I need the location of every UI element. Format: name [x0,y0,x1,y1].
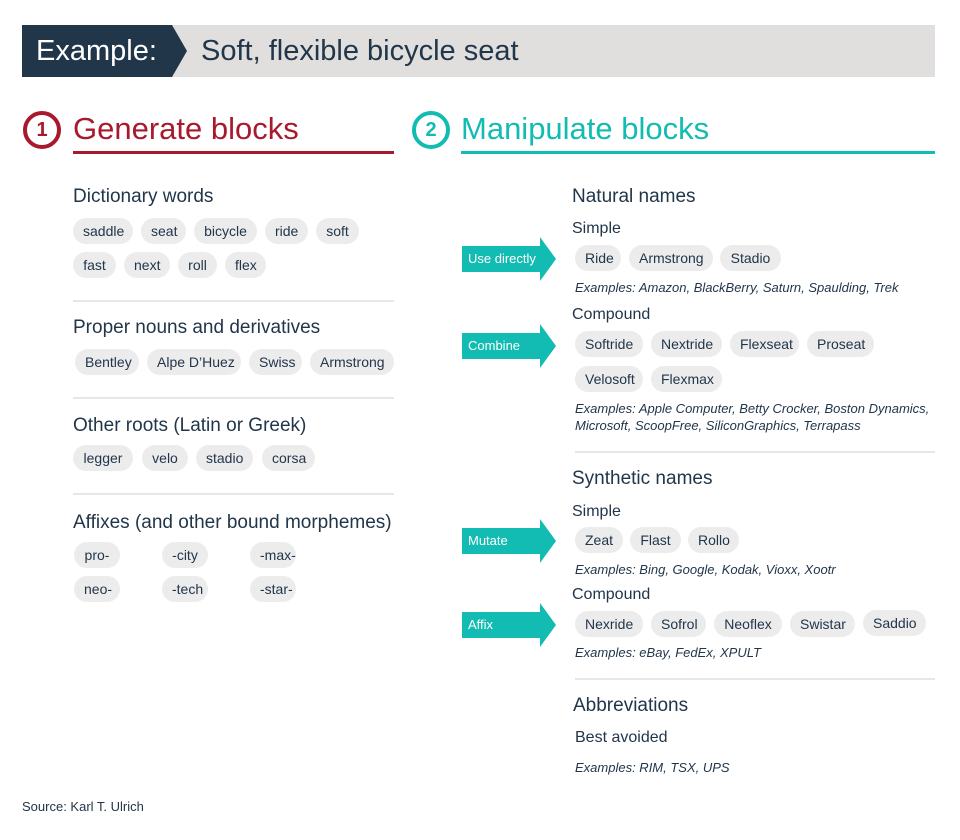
chip: Flexseat [730,331,799,357]
divider [575,451,935,453]
mutate-arrow: Mutate [462,519,556,563]
natural-simple-examples: Examples: Amazon, BlackBerry, Saturn, Sp… [575,280,899,295]
divider [73,397,394,399]
chip: Nexride [575,611,643,637]
chip: Proseat [807,331,874,357]
chip: Swiss [249,349,302,375]
chip: bicycle [194,218,257,244]
divider [575,678,935,680]
group-title-proper-nouns: Proper nouns and derivatives [73,317,321,338]
natural-compound-examples-1: Examples: Apple Computer, Betty Crocker,… [575,401,930,416]
chip: flex [225,252,266,278]
synthetic-compound-examples: Examples: eBay, FedEx, XPULT [575,645,761,660]
group-title-dictionary: Dictionary words [73,186,214,207]
affix-arrow: Affix [462,603,556,647]
chip: -max- [250,542,296,568]
chip: Flast [630,527,681,553]
chip: soft [316,218,359,244]
combine-arrow: Combine [462,324,556,368]
chip: Stadio [720,245,781,271]
natural-compound-examples-2: Microsoft, ScoopFree, SiliconGraphics, T… [575,418,861,433]
synthetic-simple-examples: Examples: Bing, Google, Kodak, Vioxx, Xo… [575,562,836,577]
manipulate-blocks-title: Manipulate blocks [461,111,710,146]
synthetic-compound-title: Compound [572,586,651,603]
natural-compound-title: Compound [572,306,651,323]
chip: ride [265,218,308,244]
divider [73,300,394,302]
manipulate-rule [461,151,935,154]
source-credit: Source: Karl T. Ulrich [22,799,144,814]
chip: Bentley [75,349,139,375]
chip: Armstrong [629,245,713,271]
banner-label: Example: [22,25,187,77]
chip: Rollo [688,527,739,553]
abbreviations-title: Abbreviations [573,695,689,716]
chip: Armstrong [310,349,394,375]
synthetic-names-title: Synthetic names [572,468,713,489]
chip: -tech [162,576,208,602]
chip: velo [142,445,188,471]
chip: Flexmax [651,366,722,392]
generate-blocks-title: Generate blocks [73,111,299,146]
chip: next [124,252,170,278]
chip: Nextride [651,331,722,357]
step-2-badge: 2 [412,111,450,149]
chip: -star- [250,576,296,602]
chip: Neoflex [714,611,782,637]
natural-simple-title: Simple [572,220,621,237]
chip: Swistar [790,611,855,637]
chip: legger [73,445,133,471]
chip: Velosoft [575,366,643,392]
chip: roll [178,252,217,278]
chip: pro- [74,542,120,568]
synthetic-simple-title: Simple [572,503,621,520]
group-title-other-roots: Other roots (Latin or Greek) [73,415,307,436]
banner-title: Soft, flexible bicycle seat [201,35,519,67]
abbreviations-subtitle: Best avoided [575,729,668,746]
group-title-affixes: Affixes (and other bound morphemes) [73,512,392,533]
chip: stadio [196,445,253,471]
abbreviations-examples: Examples: RIM, TSX, UPS [575,760,730,775]
chip: Alpe D’Huez [147,349,241,375]
chip: saddle [73,218,133,244]
chip: seat [141,218,186,244]
chip: Softride [575,331,643,357]
use-directly-arrow: Use directly [462,237,556,281]
natural-names-title: Natural names [572,186,696,207]
step-1-badge: 1 [23,111,61,149]
chip: -city [162,542,208,568]
chip: Sofrol [651,611,706,637]
chip: Zeat [575,527,623,553]
divider [73,493,394,495]
chip: fast [73,252,116,278]
chip: Saddio [863,610,926,636]
chip: corsa [262,445,315,471]
generate-rule [73,151,394,154]
chip: Ride [575,245,621,271]
chip: neo- [74,576,120,602]
